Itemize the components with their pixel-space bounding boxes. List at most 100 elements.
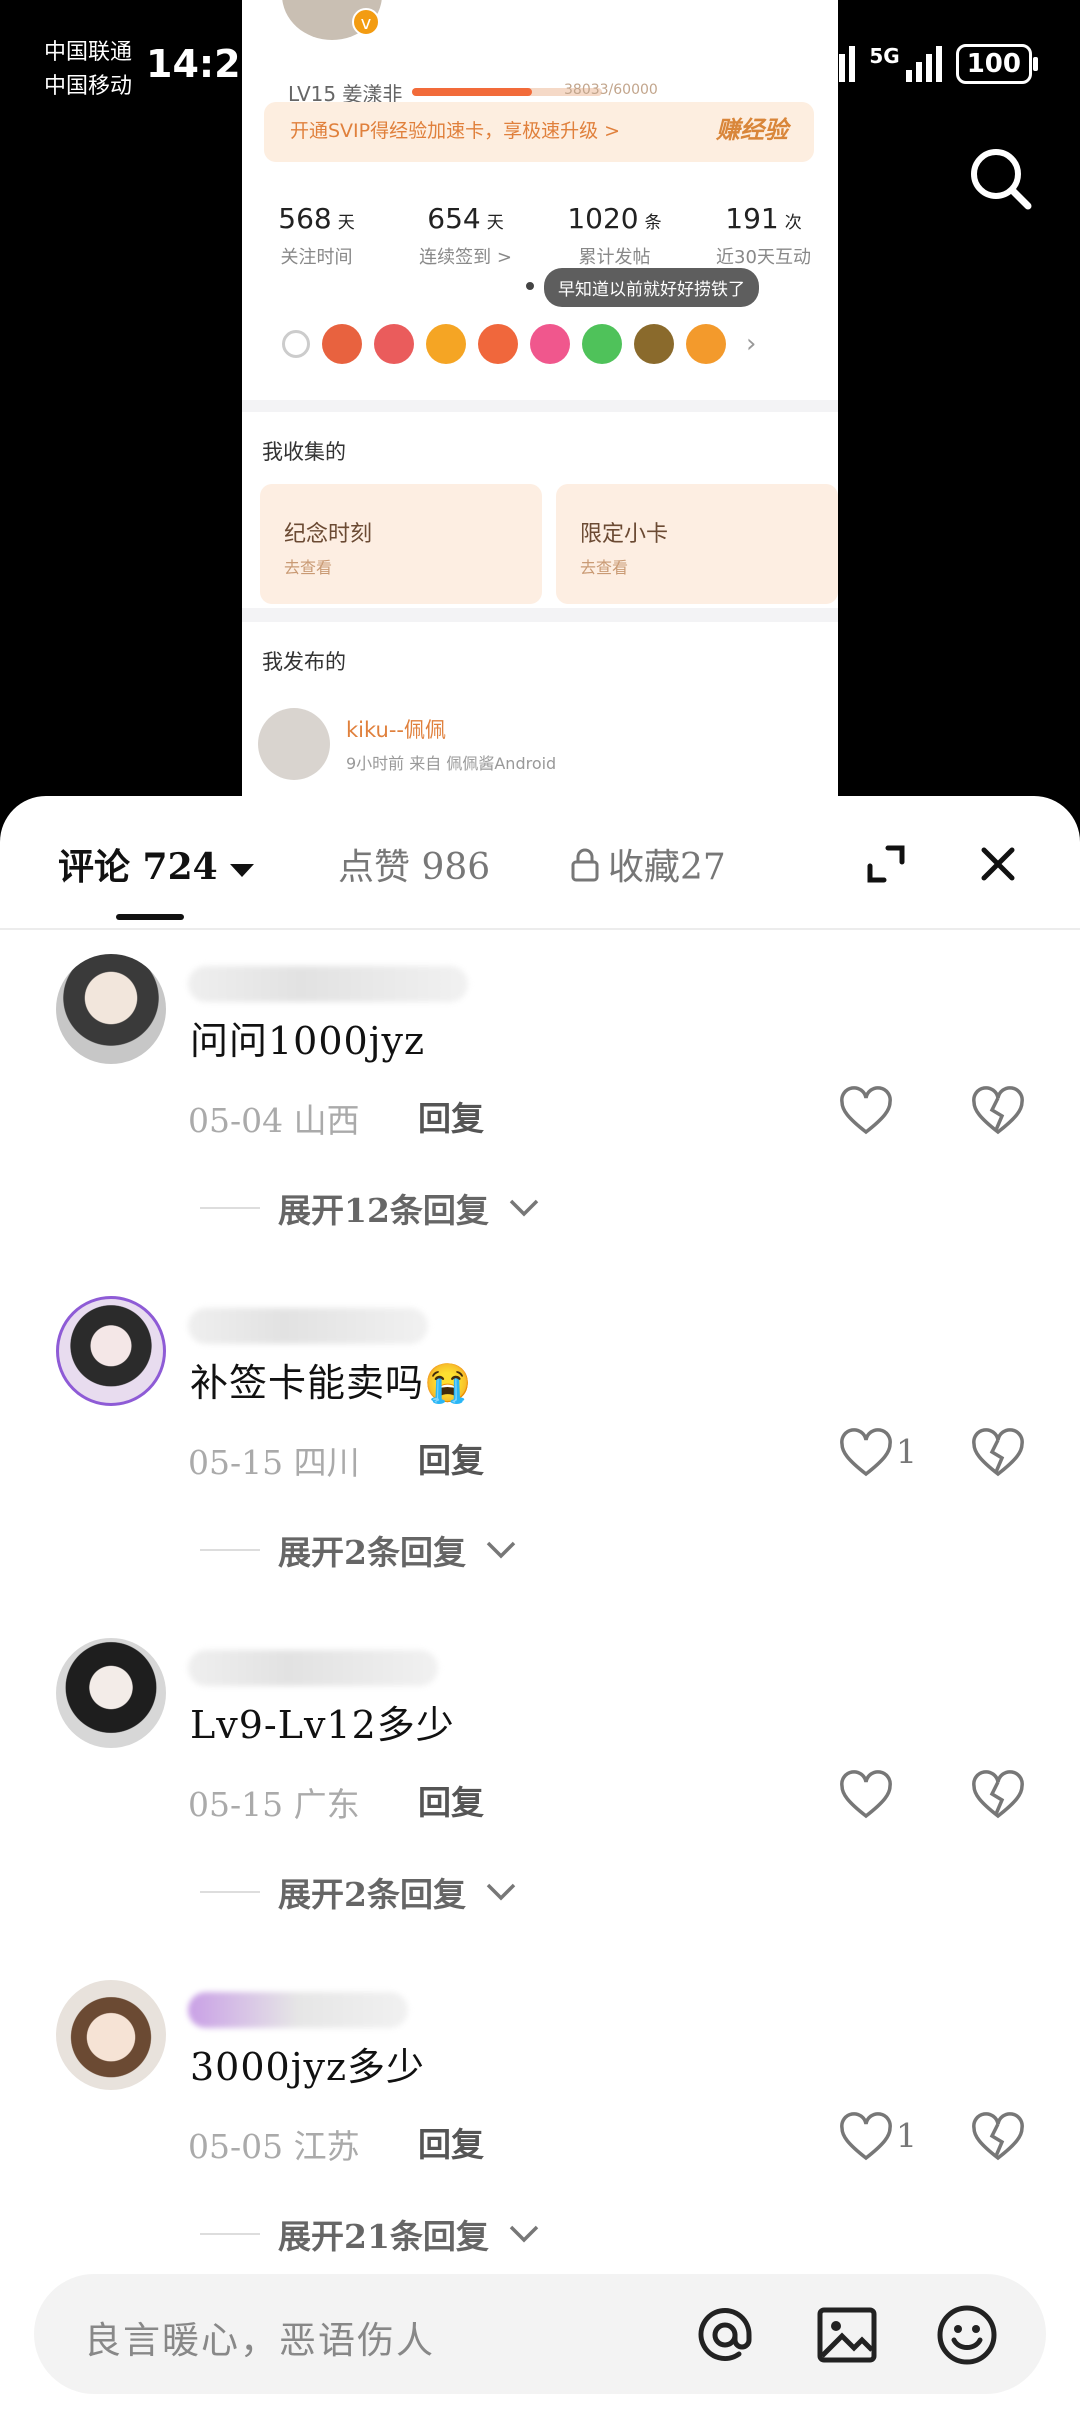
stat-label: 连续签到 >	[419, 247, 512, 268]
expand-replies-label: 展开12条回复	[278, 1191, 489, 1230]
expand-replies-label: 展开2条回复	[278, 1875, 466, 1914]
collection-section: 我收集的 纪念时刻 去查看 限定小卡 去查看	[242, 412, 838, 608]
reply-button[interactable]: 回复	[418, 1776, 484, 1824]
comment-input-bar[interactable]: 良言暖心，恶语伤人	[34, 2274, 1046, 2394]
avatar[interactable]	[56, 1638, 166, 1748]
expand-replies[interactable]: 展开2条回复	[200, 1868, 518, 1916]
username-redacted[interactable]	[188, 1308, 428, 1344]
heart-icon[interactable]	[838, 1084, 894, 1140]
stat-unit: 次	[784, 213, 802, 233]
broken-heart-icon[interactable]	[970, 2110, 1026, 2166]
expand-replies[interactable]: 展开12条回复	[200, 1184, 541, 1232]
emoji-icon[interactable]	[934, 2302, 1000, 2368]
collection-title: 我收集的	[262, 440, 346, 464]
search-icon[interactable]	[966, 144, 1036, 214]
tab-favorites[interactable]: 收藏27	[570, 838, 726, 890]
broken-heart-icon[interactable]	[970, 1084, 1026, 1140]
stat-label: 累计发帖	[578, 247, 651, 268]
tab-comments-label: 评论 724	[58, 846, 218, 888]
close-icon[interactable]	[970, 836, 1026, 892]
profile-avatar[interactable]: v	[282, 0, 382, 40]
svip-banner-text: 开通SVIP得经验加速卡，享极速升级 >	[290, 120, 621, 142]
collection-item-title: 限定小卡	[580, 522, 669, 547]
comments-sheet: 评论 724 点赞 986 收藏27 问问1000jyz 05-04 山西 回复	[0, 796, 1080, 2412]
tooltip: 早知道以前就好好捞铁了	[544, 268, 759, 307]
collection-item-sub: 去查看	[580, 558, 629, 577]
badge-row[interactable]: ›	[282, 324, 756, 364]
post-avatar[interactable]	[258, 708, 330, 780]
badge-icon	[478, 324, 518, 364]
stat-signin-days[interactable]: 654 天 连续签到 >	[391, 202, 540, 269]
published-section: 我发布的 kiku--佩佩 9小时前 来自 佩佩酱Android	[242, 622, 838, 800]
published-title: 我发布的	[262, 650, 346, 674]
username-redacted[interactable]	[188, 1992, 408, 2028]
badge-icon	[426, 324, 466, 364]
badge-icon	[374, 324, 414, 364]
like-count: 1	[896, 1432, 917, 1471]
comment-item: Lv9-Lv12多少 05-15 广东 回复 展开2条回复	[0, 1638, 1080, 1978]
collection-limited-card[interactable]: 限定小卡 去查看	[556, 484, 838, 604]
expand-icon[interactable]	[858, 836, 914, 892]
stat-unit: 天	[337, 213, 355, 233]
svip-banner[interactable]: 开通SVIP得经验加速卡，享极速升级 > 赚经验	[264, 102, 814, 162]
divider	[200, 1207, 260, 1209]
chevron-down-icon	[486, 1541, 516, 1559]
avatar[interactable]	[56, 1980, 166, 2090]
comment-text: 3000jyz多少	[190, 2045, 425, 2089]
collection-item-sub: 去查看	[284, 558, 333, 577]
profile-header: v LV15 姜漾非 38033/60000 开通SVIP得经验加速卡，享极速升…	[242, 0, 838, 400]
reply-button[interactable]: 回复	[418, 2118, 484, 2166]
heart-icon[interactable]	[838, 1426, 894, 1482]
expand-replies[interactable]: 展开2条回复	[200, 1526, 518, 1574]
collection-memorial[interactable]: 纪念时刻 去查看	[260, 484, 542, 604]
stat-label: 近30天互动	[716, 247, 811, 268]
comment-text: Lv9-Lv12多少	[190, 1703, 455, 1747]
tooltip-dot	[524, 280, 536, 292]
earn-exp-button[interactable]: 赚经验	[716, 110, 788, 145]
broken-heart-icon[interactable]	[970, 1768, 1026, 1824]
expand-replies[interactable]: 展开21条回复	[200, 2210, 541, 2258]
broken-heart-icon[interactable]	[970, 1426, 1026, 1482]
signal-2-icon	[905, 46, 942, 82]
post-author[interactable]: kiku--佩佩	[346, 714, 446, 744]
stat-value: 568	[278, 202, 332, 235]
comment-item: 3000jyz多少 05-05 江苏 回复 1 展开21条回复	[0, 1980, 1080, 2320]
comment-item: 补签卡能卖吗😭 05-15 四川 回复 1 展开2条回复	[0, 1296, 1080, 1636]
carrier-1: 中国联通	[44, 40, 133, 65]
expand-replies-label: 展开21条回复	[278, 2217, 489, 2256]
stat-posts: 1020 条 累计发帖	[540, 202, 689, 269]
battery-level: 100	[966, 49, 1021, 79]
caret-down-icon	[229, 863, 254, 877]
tab-active-indicator	[116, 914, 184, 920]
tab-comments[interactable]: 评论 724	[58, 838, 254, 890]
avatar[interactable]	[56, 1296, 166, 1406]
stat-unit: 天	[486, 213, 504, 233]
like-count: 1	[896, 2116, 917, 2155]
lock-icon	[571, 848, 599, 882]
chevron-right-icon[interactable]: ›	[746, 329, 756, 359]
sheet-tabs: 评论 724 点赞 986 收藏27	[0, 796, 1080, 930]
badge-icon	[582, 324, 622, 364]
tab-likes[interactable]: 点赞 986	[338, 838, 490, 890]
username-redacted[interactable]	[188, 966, 468, 1002]
chevron-down-icon	[509, 1199, 539, 1217]
mention-icon[interactable]	[692, 2302, 758, 2368]
battery-icon: 100	[955, 44, 1039, 84]
comment-input[interactable]: 良言暖心，恶语伤人	[84, 2310, 435, 2364]
reply-button[interactable]: 回复	[418, 1434, 484, 1482]
heart-icon[interactable]	[838, 1768, 894, 1824]
avatar[interactable]	[56, 954, 166, 1064]
comment-date: 05-04 山西	[188, 1101, 360, 1140]
network-type: 5G	[869, 44, 900, 68]
reply-button[interactable]: 回复	[418, 1092, 484, 1140]
image-icon[interactable]	[814, 2302, 880, 2368]
comment-date: 05-15 四川	[188, 1443, 360, 1482]
settings-badge-icon	[282, 330, 310, 358]
badge-icon	[686, 324, 726, 364]
collection-item-title: 纪念时刻	[284, 522, 373, 547]
username-redacted[interactable]	[188, 1650, 438, 1686]
heart-icon[interactable]	[838, 2110, 894, 2166]
divider	[200, 1549, 260, 1551]
badge-icon	[634, 324, 674, 364]
profile-stats: 568 天 关注时间 654 天 连续签到 > 1020 条 累计发帖 191 次 近3…	[242, 202, 838, 269]
